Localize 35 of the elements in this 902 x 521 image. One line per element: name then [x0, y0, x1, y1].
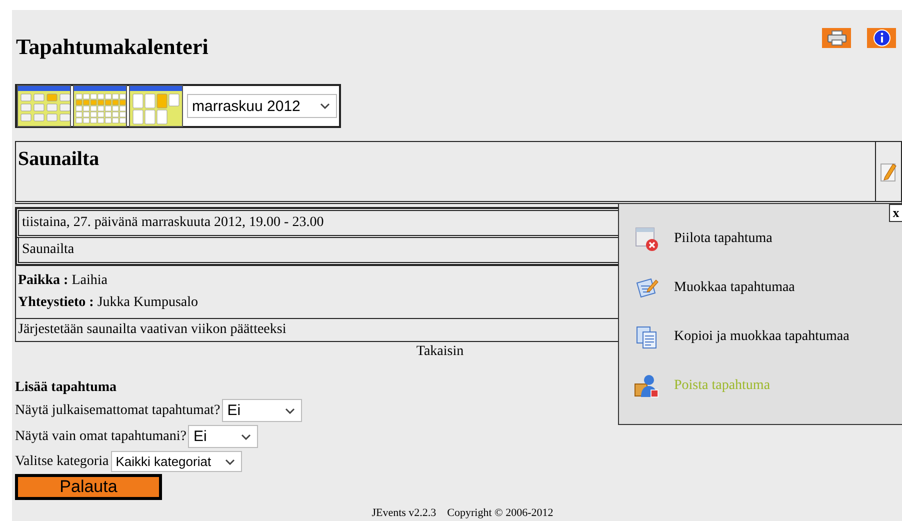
user-box-icon	[634, 372, 660, 398]
window-close-icon	[634, 226, 660, 252]
chevron-icon	[241, 434, 252, 440]
footer-text: JEvents v2.2.3 Copyright © 2006-2012	[370, 507, 554, 519]
menu-item[interactable]: Piilota tapahtuma	[674, 230, 772, 246]
filter-select[interactable]: Ei	[188, 425, 258, 448]
page-title: Tapahtumakalenteri	[16, 34, 208, 60]
event-title: Saunailta	[17, 147, 100, 172]
chevron-icon	[320, 103, 330, 109]
reset-button[interactable]: Palauta	[15, 474, 162, 500]
printer-icon	[826, 30, 846, 46]
chevron-icon	[285, 408, 296, 414]
calendar-icon[interactable]	[73, 85, 127, 127]
menu-item[interactable]: Muokkaa tapahtumaa	[674, 280, 795, 296]
back-link[interactable]: Takaisin	[416, 344, 464, 359]
event-date: tiistaina, 27. päivänä marraskuuta 2012, 19.00 - 23.00	[22, 215, 324, 230]
pencil-icon[interactable]	[880, 160, 898, 182]
info-icon	[872, 29, 890, 47]
event-detail: Yhteystieto : Jukka Kumpusalo	[18, 294, 198, 312]
event-description: Järjestetään saunailta vaativan viikon päätteeksi	[18, 322, 286, 338]
filter-label: Näytä julkaisemattomat tapahtumat?	[15, 402, 220, 418]
calendar-icon[interactable]	[17, 85, 71, 127]
filter-label: Valitse kategoria	[15, 454, 109, 470]
calendar-icon[interactable]	[129, 85, 183, 127]
filter-label: Näytä vain omat tapahtumani?	[15, 428, 186, 444]
chevron-icon	[224, 458, 235, 464]
close-button[interactable]: x	[889, 204, 902, 222]
month-select[interactable]: marraskuu 2012	[187, 94, 337, 118]
event-category: Saunailta	[22, 242, 74, 257]
menu-item[interactable]: Kopioi ja muokkaa tapahtumaa	[674, 328, 850, 344]
info-button[interactable]	[867, 28, 896, 48]
print-button[interactable]	[822, 28, 851, 48]
filter-select[interactable]: Ei	[222, 399, 302, 422]
filter-select[interactable]: Kaikki kategoriat	[110, 451, 242, 472]
event-detail: Paikka : Laihia	[18, 272, 108, 290]
